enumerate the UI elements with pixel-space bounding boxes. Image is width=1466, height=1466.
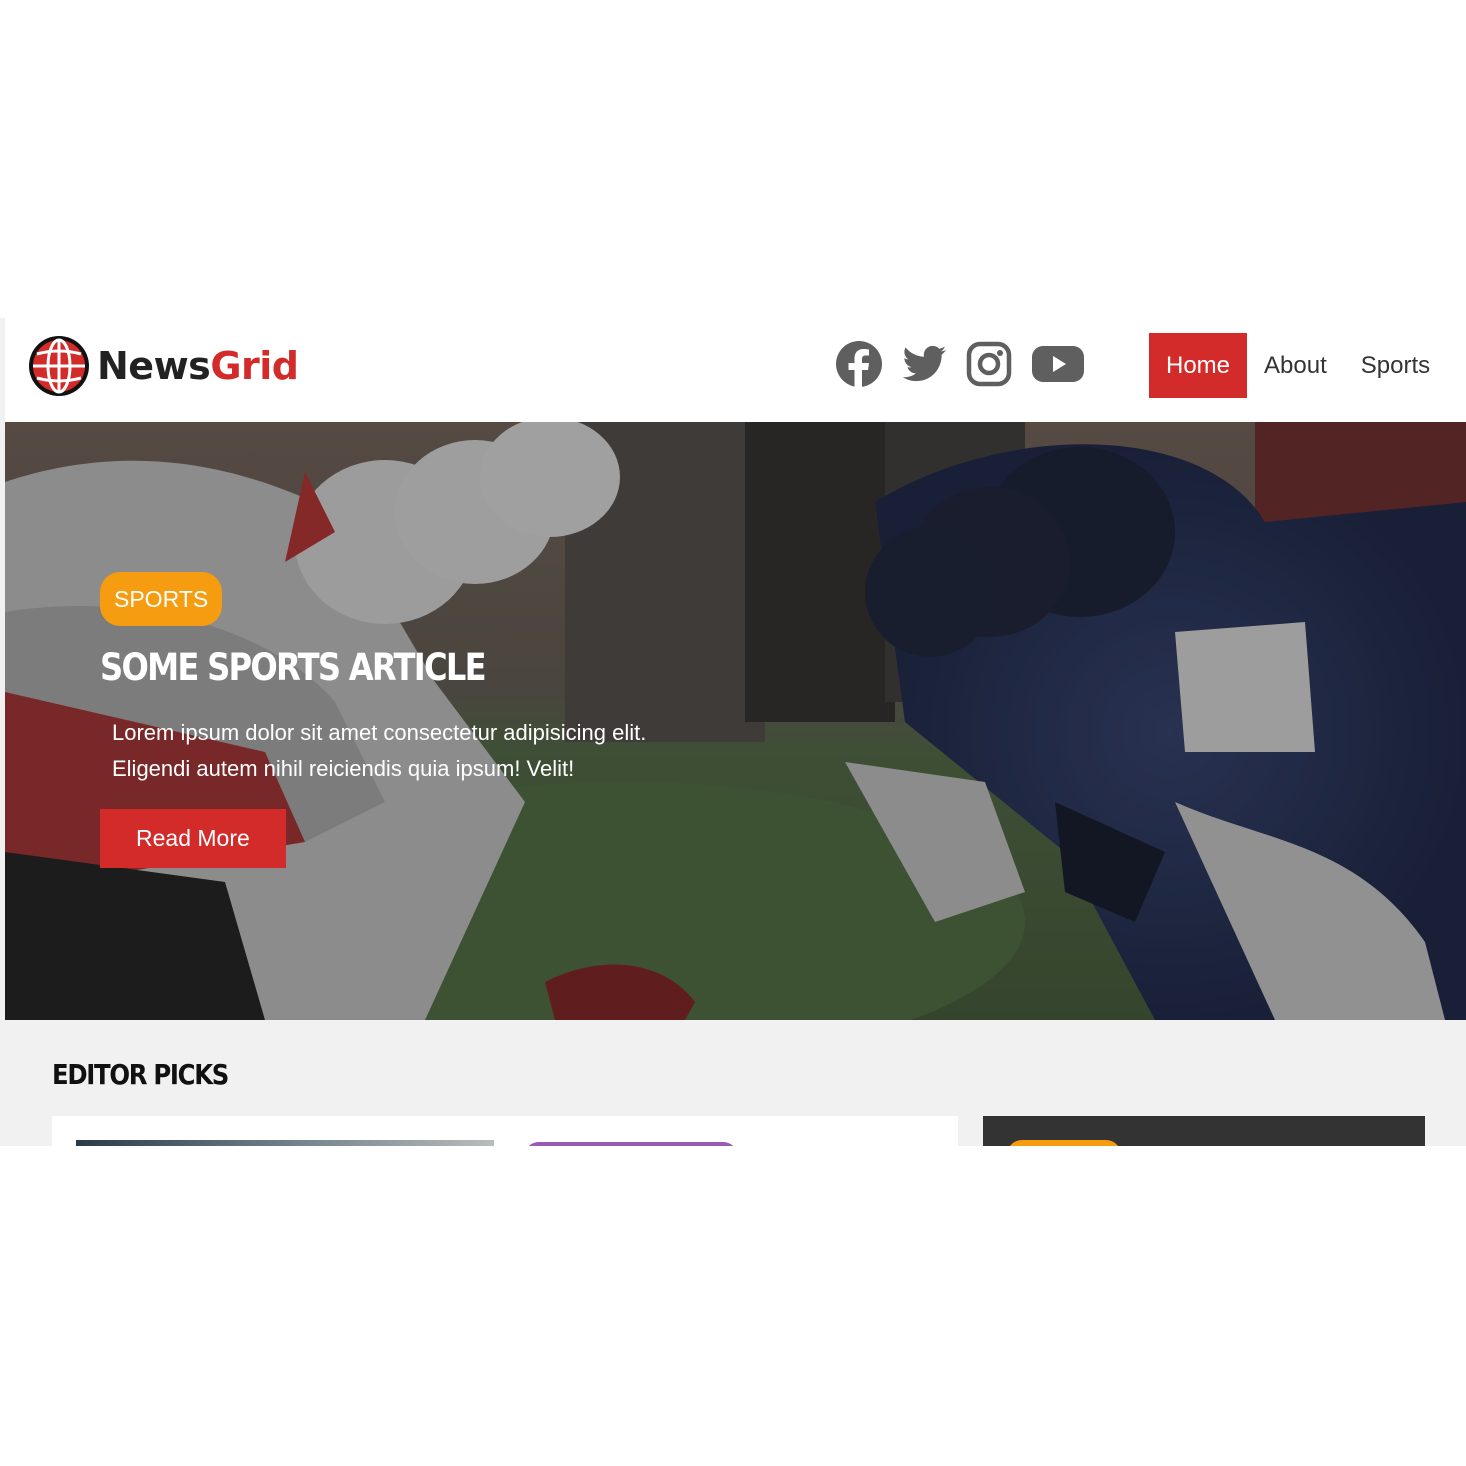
editor-pick-card-dark[interactable]	[983, 1116, 1425, 1146]
website-viewport: NewsGrid Home About Sports SPORTS SOME S…	[5, 318, 1466, 1146]
facebook-icon[interactable]	[835, 340, 883, 388]
logo-text-grid: Grid	[210, 344, 299, 388]
nav-sports[interactable]: Sports	[1344, 333, 1447, 398]
hero-banner: SPORTS Some Sports Article Lorem ipsum d…	[5, 422, 1466, 1020]
youtube-icon[interactable]	[1030, 340, 1086, 388]
instagram-icon[interactable]	[965, 340, 1013, 388]
social-links	[835, 340, 1086, 388]
hero-title: Some Sports Article	[100, 646, 487, 689]
article-thumbnail[interactable]	[76, 1140, 494, 1146]
editor-picks-section: Editor Picks	[5, 1020, 1466, 1146]
nav-about[interactable]: About	[1247, 333, 1344, 398]
twitter-icon[interactable]	[900, 340, 948, 388]
category-badge[interactable]	[1007, 1140, 1121, 1146]
main-nav: Home About Sports	[1149, 333, 1447, 398]
hero-content: SPORTS Some Sports Article Lorem ipsum d…	[100, 572, 720, 868]
hero-description: Lorem ipsum dolor sit amet consectetur a…	[112, 720, 647, 781]
logo-text-news: News	[97, 344, 211, 388]
site-logo[interactable]: NewsGrid	[27, 334, 299, 398]
nav-home[interactable]: Home	[1149, 333, 1248, 398]
section-title: Editor Picks	[52, 1058, 229, 1091]
logo-text: NewsGrid	[97, 344, 299, 388]
globe-icon	[29, 336, 89, 396]
navbar: NewsGrid Home About Sports	[5, 318, 1466, 422]
category-badge[interactable]	[524, 1142, 738, 1146]
editor-pick-card[interactable]	[52, 1116, 958, 1146]
read-more-button[interactable]: Read More	[100, 809, 286, 868]
category-badge[interactable]: SPORTS	[100, 572, 223, 626]
